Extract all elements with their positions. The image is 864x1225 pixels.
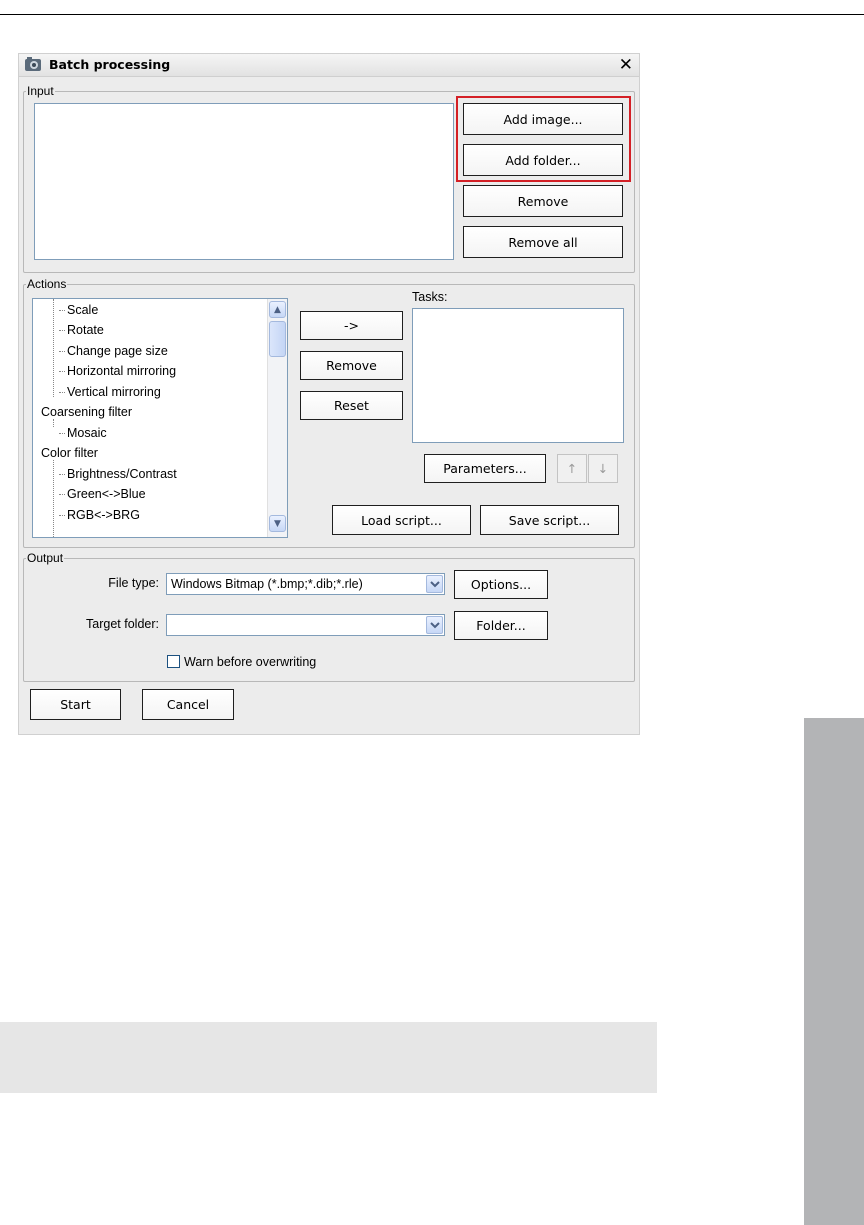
output-legend: Output: [26, 551, 65, 565]
file-type-value: Windows Bitmap (*.bmp;*.dib;*.rle): [171, 577, 363, 591]
scroll-down-icon[interactable]: ▼: [269, 515, 286, 532]
target-folder-select[interactable]: [166, 614, 445, 636]
scroll-up-icon[interactable]: ▲: [269, 301, 286, 318]
file-type-select[interactable]: Windows Bitmap (*.bmp;*.dib;*.rle): [166, 573, 445, 595]
input-remove-button[interactable]: Remove: [463, 185, 623, 217]
reset-button[interactable]: Reset: [300, 391, 403, 420]
tree-connector: [53, 460, 54, 537]
warn-overwrite-label: Warn before overwriting: [184, 655, 317, 669]
tasks-list[interactable]: [412, 308, 624, 443]
tree-connector: [53, 419, 54, 427]
chevron-down-icon[interactable]: [426, 616, 443, 634]
tree-item-scale[interactable]: Scale: [58, 303, 98, 317]
add-image-button[interactable]: Add image...: [463, 103, 623, 135]
save-script-button[interactable]: Save script...: [480, 505, 619, 535]
tree-item-rgb-brg[interactable]: RGB<->BRG: [59, 508, 140, 522]
close-icon[interactable]: ✕: [619, 55, 633, 75]
cancel-button[interactable]: Cancel: [142, 689, 234, 720]
tree-item-brightness-contrast[interactable]: Brightness/Contrast: [59, 467, 177, 481]
options-button[interactable]: Options...: [454, 570, 548, 599]
tree-item-green-blue[interactable]: Green<->Blue: [59, 487, 146, 501]
side-tab: [804, 718, 864, 1225]
folder-button[interactable]: Folder...: [454, 611, 548, 640]
parameters-button[interactable]: Parameters...: [424, 454, 546, 483]
tree-item-horizontal-mirroring[interactable]: Horizontal mirroring: [58, 364, 176, 378]
bottom-band: [0, 1022, 657, 1093]
batch-processing-dialog: Batch processing ✕ Input Add image... Ad…: [19, 54, 639, 734]
tree-connector: [53, 299, 54, 397]
scroll-thumb[interactable]: [269, 321, 286, 357]
tree-item-change-page-size[interactable]: Change page size: [59, 344, 168, 358]
task-remove-button[interactable]: Remove: [300, 351, 403, 380]
warn-overwrite-checkbox[interactable]: [167, 655, 180, 668]
camera-icon: [25, 57, 41, 71]
file-type-label: File type:: [108, 576, 159, 590]
move-down-icon[interactable]: ↓: [588, 454, 618, 483]
dialog-title: Batch processing: [49, 57, 171, 72]
chevron-down-icon[interactable]: [426, 575, 443, 593]
tree-item-coarsening-filter[interactable]: Coarsening filter: [41, 405, 132, 419]
tree-item-rotate[interactable]: Rotate: [59, 323, 104, 337]
input-legend: Input: [26, 84, 55, 98]
start-button[interactable]: Start: [30, 689, 121, 720]
input-file-list[interactable]: [34, 103, 454, 260]
actions-tree[interactable]: Scale Rotate Change page size Horizontal…: [32, 298, 288, 538]
add-folder-button[interactable]: Add folder...: [463, 144, 623, 176]
target-folder-label: Target folder:: [86, 617, 159, 631]
title-bar[interactable]: Batch processing ✕: [19, 54, 639, 77]
load-script-button[interactable]: Load script...: [332, 505, 471, 535]
move-up-icon[interactable]: ↑: [557, 454, 587, 483]
actions-legend: Actions: [26, 277, 68, 291]
page-top-rule: [0, 14, 864, 15]
remove-all-button[interactable]: Remove all: [463, 226, 623, 258]
tree-item-color-filter[interactable]: Color filter: [41, 446, 98, 460]
tasks-label: Tasks:: [412, 290, 448, 304]
tree-item-mosaic[interactable]: Mosaic: [59, 426, 107, 440]
add-task-button[interactable]: ->: [300, 311, 403, 340]
tree-item-vertical-mirroring[interactable]: Vertical mirroring: [59, 385, 161, 399]
actions-scrollbar[interactable]: ▲ ▼: [267, 299, 287, 537]
